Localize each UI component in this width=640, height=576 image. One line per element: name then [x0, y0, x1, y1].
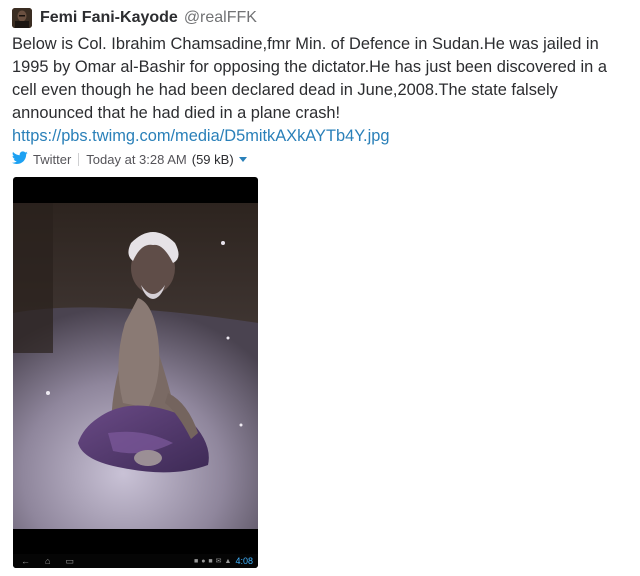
chevron-down-icon[interactable]	[238, 156, 247, 162]
mail-icon: ✉	[215, 558, 222, 565]
meta-divider	[78, 152, 80, 166]
message-header: Femi Fani-Kayode @realFFK	[12, 7, 257, 29]
bbm-icon: ■	[208, 557, 213, 565]
timestamp[interactable]: Today at 3:28 AM	[86, 152, 186, 167]
author-handle[interactable]: @realFFK	[184, 9, 257, 27]
whatsapp-icon: ●	[201, 557, 206, 565]
signal-icon: ▲	[224, 557, 232, 565]
author-name[interactable]: Femi Fani-Kayode	[40, 9, 178, 27]
notification-icon: ■	[193, 557, 199, 565]
attachment-meta: Twitter Today at 3:28 AM (59 kB)	[12, 150, 247, 168]
phone-clock: 4:08	[235, 556, 253, 566]
source-label: Twitter	[33, 151, 72, 167]
back-icon[interactable]: ←	[21, 556, 30, 566]
recent-apps-icon[interactable]: ▭	[65, 556, 74, 567]
twitter-bird-icon	[12, 150, 28, 168]
home-icon[interactable]: ⌂	[45, 556, 50, 566]
tweet-text: Below is Col. Ibrahim Chamsadine,fmr Min…	[12, 35, 607, 122]
tweet-media-link[interactable]: https://pbs.twimg.com/media/D5mitkAXkAYT…	[12, 125, 389, 148]
phone-nav-bar: ← ⌂ ▭ ■ ● ■ ✉ ▲ 4:08	[13, 554, 258, 568]
attachment-photo	[13, 203, 258, 529]
image-attachment[interactable]: ← ⌂ ▭ ■ ● ■ ✉ ▲ 4:08	[13, 177, 258, 568]
avatar[interactable]	[12, 8, 32, 28]
file-size: (59 kB)	[191, 151, 234, 167]
